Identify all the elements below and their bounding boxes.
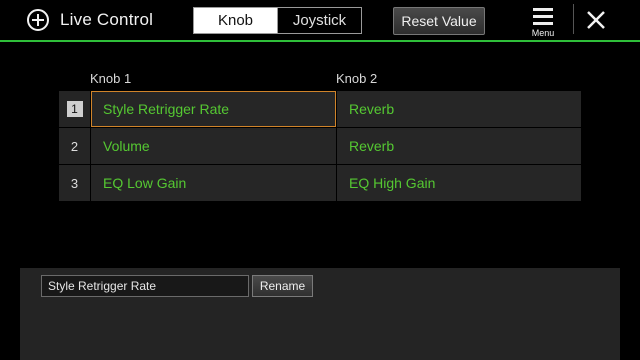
knob1-cell[interactable]: Volume <box>91 128 336 164</box>
knob2-cell[interactable]: Reverb <box>337 128 581 164</box>
table-row: 2 Volume Reverb <box>59 128 581 165</box>
hamburger-icon <box>533 8 553 11</box>
tab-joystick[interactable]: Joystick <box>277 8 361 33</box>
header-bar: Live Control Knob Joystick Reset Value M… <box>0 0 640 40</box>
app-title: Live Control <box>60 10 154 29</box>
assignment-name-field[interactable]: Style Retrigger Rate <box>41 275 249 297</box>
header-divider <box>573 4 574 34</box>
knob1-cell[interactable]: EQ Low Gain <box>91 165 336 201</box>
hamburger-icon-bar <box>533 15 553 18</box>
row-number[interactable]: 3 <box>59 165 90 201</box>
knob-assignment-table: 1 Style Retrigger Rate Reverb 2 Volume R… <box>59 91 581 202</box>
row-number[interactable]: 1 <box>59 91 90 127</box>
rename-button[interactable]: Rename <box>252 275 313 297</box>
menu-label: Menu <box>531 28 555 38</box>
tab-knob[interactable]: Knob <box>194 8 277 33</box>
reset-value-button[interactable]: Reset Value <box>393 7 485 35</box>
row-number[interactable]: 2 <box>59 128 90 164</box>
mode-tabs: Knob Joystick <box>193 7 362 34</box>
column-header-knob1: Knob 1 <box>90 71 132 86</box>
live-control-icon <box>26 8 50 32</box>
knob1-cell[interactable]: Style Retrigger Rate <box>91 91 336 127</box>
table-row: 1 Style Retrigger Rate Reverb <box>59 91 581 128</box>
menu-button[interactable]: Menu <box>526 6 560 38</box>
knob2-cell[interactable]: Reverb <box>337 91 581 127</box>
close-icon[interactable] <box>584 8 608 32</box>
table-row: 3 EQ Low Gain EQ High Gain <box>59 165 581 202</box>
column-header-knob2: Knob 2 <box>336 71 378 86</box>
hamburger-icon-bar <box>533 22 553 25</box>
header-accent-line <box>0 40 640 42</box>
knob2-cell[interactable]: EQ High Gain <box>337 165 581 201</box>
